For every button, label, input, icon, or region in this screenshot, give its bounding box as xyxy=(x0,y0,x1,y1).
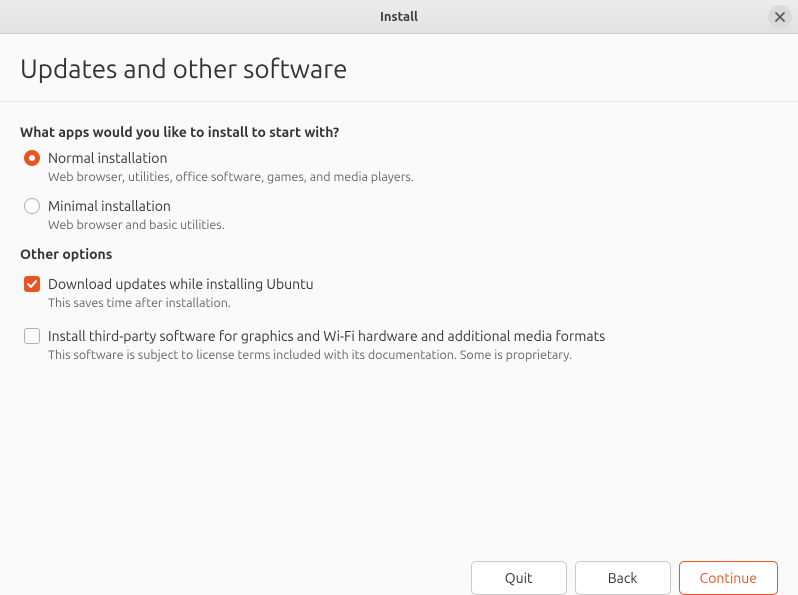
checkbox-download-updates[interactable]: Download updates while installing Ubuntu xyxy=(24,276,778,292)
window-title: Install xyxy=(380,10,418,24)
continue-button[interactable]: Continue xyxy=(679,561,778,595)
button-bar: Quit Back Continue xyxy=(471,561,778,595)
install-type-question: What apps would you like to install to s… xyxy=(20,124,778,140)
checkbox-third-party-description: This software is subject to license term… xyxy=(48,348,778,362)
titlebar: Install xyxy=(0,0,798,34)
other-options-heading: Other options xyxy=(20,246,778,262)
checkbox-download-updates-description: This saves time after installation. xyxy=(48,296,778,310)
checkbox-icon xyxy=(24,276,40,292)
checkbox-label: Download updates while installing Ubuntu xyxy=(48,276,314,292)
button-label: Back xyxy=(608,570,638,586)
radio-label: Normal installation xyxy=(48,150,167,166)
radio-label: Minimal installation xyxy=(48,198,171,214)
content-area: Updates and other software What apps wou… xyxy=(0,34,798,362)
back-button[interactable]: Back xyxy=(575,561,671,595)
checkbox-icon xyxy=(24,328,40,344)
page-title: Updates and other software xyxy=(20,54,778,101)
checkbox-third-party[interactable]: Install third-party software for graphic… xyxy=(24,328,778,344)
radio-minimal-installation[interactable]: Minimal installation xyxy=(24,198,778,214)
button-label: Quit xyxy=(505,570,533,586)
close-icon xyxy=(775,12,785,22)
radio-normal-installation[interactable]: Normal installation xyxy=(24,150,778,166)
checkbox-label: Install third-party software for graphic… xyxy=(48,328,605,344)
radio-icon xyxy=(24,198,40,214)
separator xyxy=(0,101,798,102)
close-button[interactable] xyxy=(768,5,792,29)
quit-button[interactable]: Quit xyxy=(471,561,567,595)
radio-icon xyxy=(24,150,40,166)
button-label: Continue xyxy=(700,570,757,586)
radio-minimal-description: Web browser and basic utilities. xyxy=(48,218,778,232)
radio-normal-description: Web browser, utilities, office software,… xyxy=(48,170,778,184)
